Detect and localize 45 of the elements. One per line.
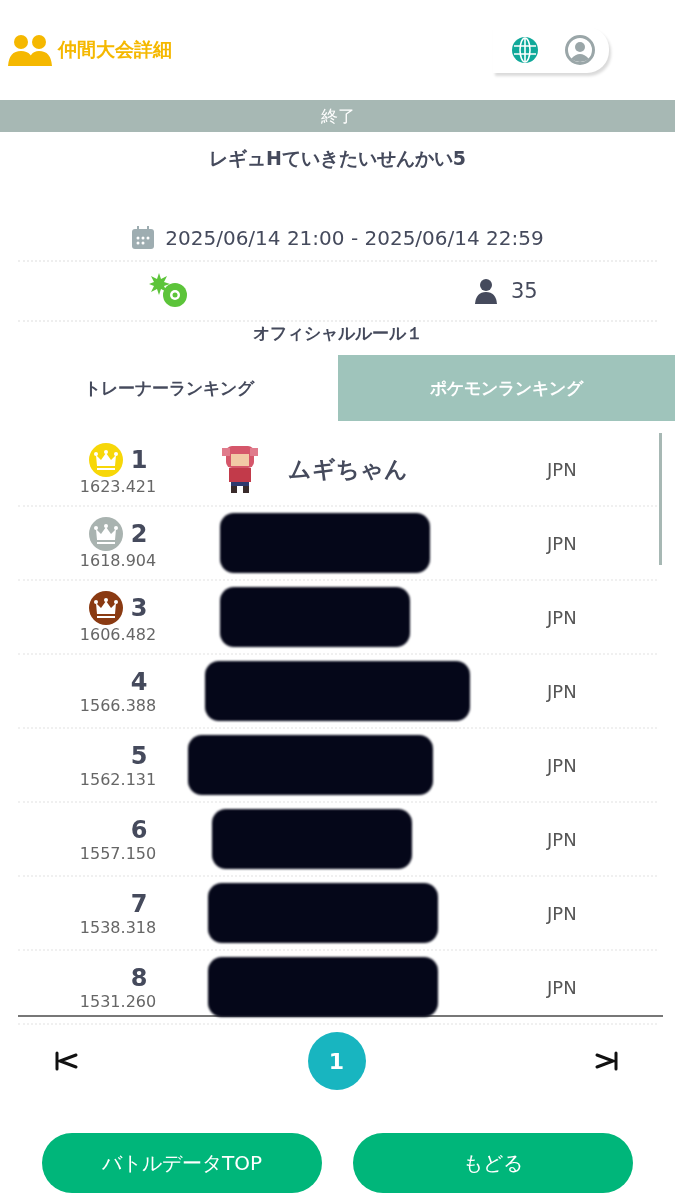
avatar-icon <box>220 444 260 494</box>
status-bar: 終了 <box>0 100 675 132</box>
rank-number: 3 <box>130 593 148 622</box>
participant-count: 35 <box>510 279 538 303</box>
last-page-icon[interactable] <box>595 1051 619 1071</box>
rating-score: 1566.388 <box>79 695 157 715</box>
rule-name: オフィシャルルール１ <box>251 322 424 345</box>
person-icon <box>474 278 497 304</box>
rank-number: 7 <box>130 889 148 918</box>
rank-number: 8 <box>130 963 148 992</box>
rank-number: 6 <box>130 815 148 844</box>
rating-score: 1623.421 <box>79 476 157 496</box>
group-icon <box>8 34 52 66</box>
country-code: JPN <box>547 458 578 480</box>
country-code: JPN <box>547 902 578 924</box>
rank-number: 2 <box>130 519 148 548</box>
country-code: JPN <box>547 532 578 554</box>
nav-button[interactable]: もどる <box>353 1133 633 1193</box>
country-code: JPN <box>547 754 578 776</box>
page-title: 仲間大会詳細 <box>58 37 172 62</box>
rating-score: 1562.131 <box>79 769 157 789</box>
country-code: JPN <box>547 976 578 998</box>
user-icon[interactable] <box>565 35 595 65</box>
rating-score: 1557.150 <box>79 843 157 863</box>
scrollbar-thumb[interactable] <box>658 433 662 565</box>
ball-burst-icon <box>148 273 189 309</box>
calendar-icon <box>131 226 156 250</box>
first-page-icon[interactable] <box>54 1051 78 1071</box>
tournament-name: レギュHていきたいせんかい5 <box>207 146 468 171</box>
player-name: ムギちゃん <box>288 454 408 484</box>
rating-score: 1606.482 <box>79 624 157 644</box>
rank-number: 4 <box>130 667 148 696</box>
globe-icon[interactable] <box>511 36 539 64</box>
country-code: JPN <box>547 828 578 850</box>
rating-score: 1618.904 <box>79 550 157 570</box>
page-button[interactable]: 1 <box>307 1032 366 1090</box>
country-code: JPN <box>547 606 578 628</box>
rating-score: 1531.260 <box>79 991 157 1011</box>
nav-button[interactable]: バトルデータTOP <box>42 1133 322 1193</box>
ranking-tab[interactable]: ポケモンランキング <box>337 355 675 421</box>
tournament-period: 2025/06/14 21:00 - 2025/06/14 22:59 <box>165 226 544 250</box>
rank-number: 1 <box>130 445 148 474</box>
rank-number: 5 <box>130 741 148 770</box>
country-code: JPN <box>547 680 578 702</box>
rating-score: 1538.318 <box>79 917 157 937</box>
